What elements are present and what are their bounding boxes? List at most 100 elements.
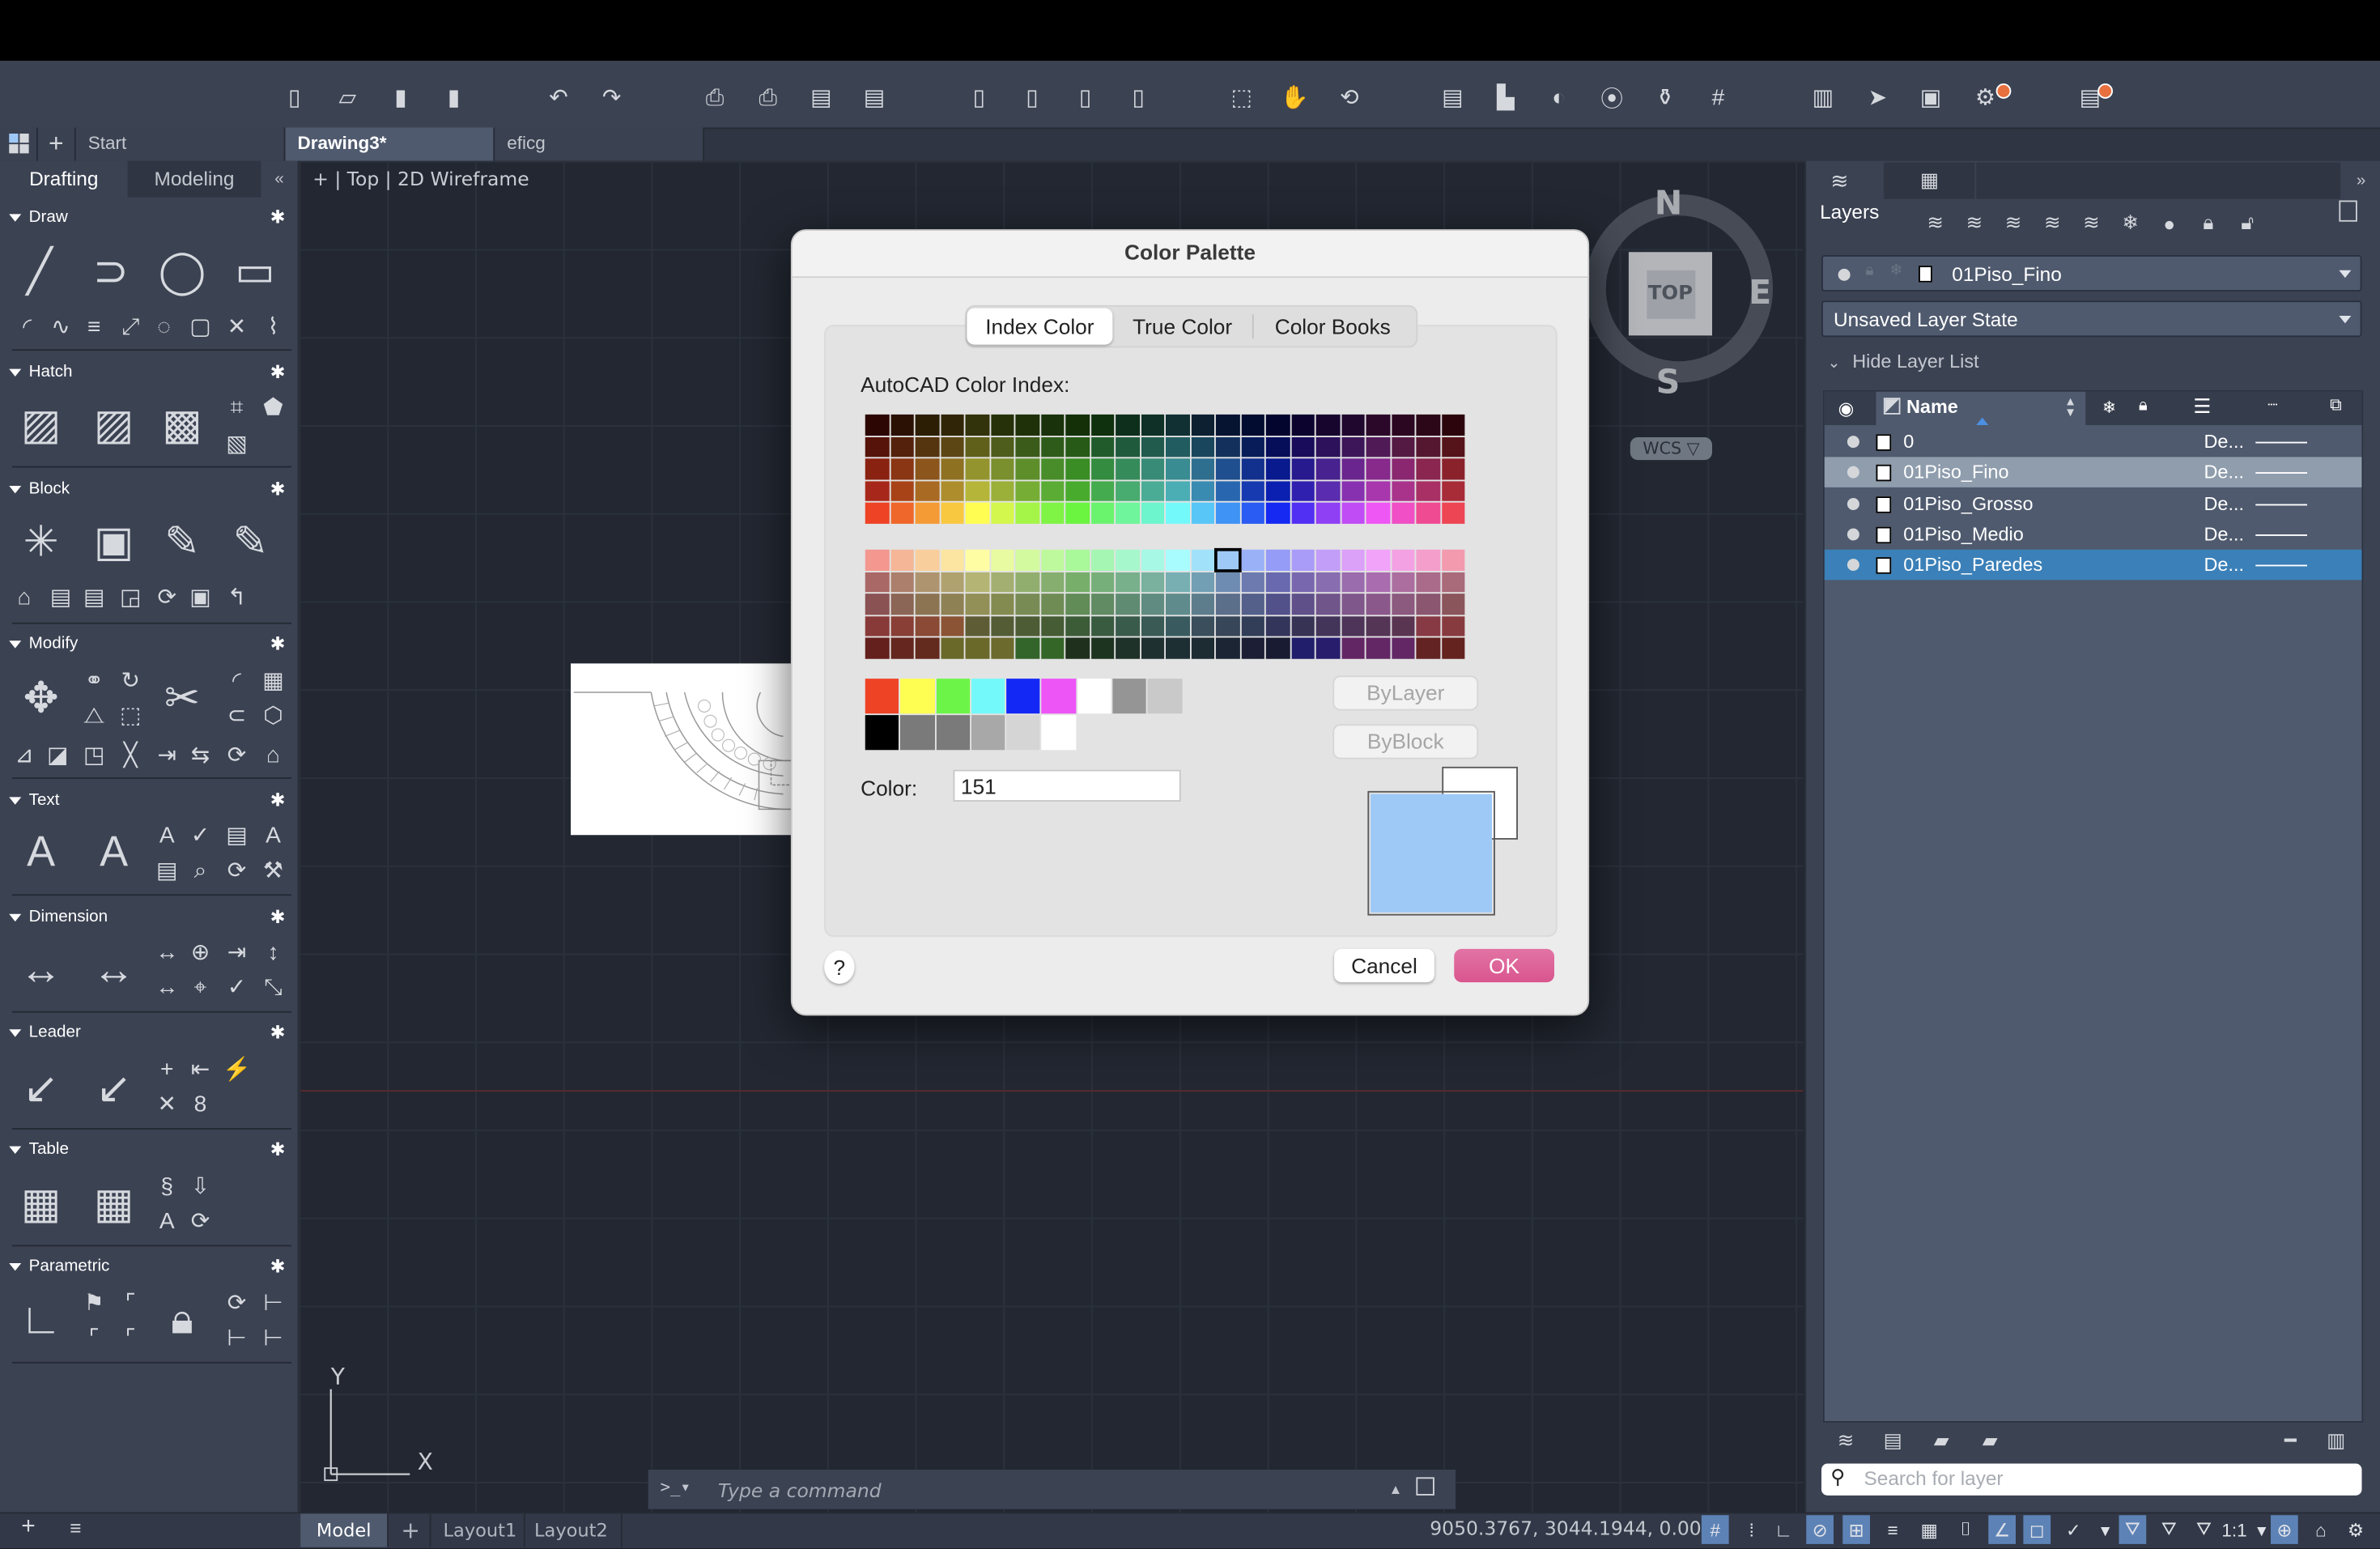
dock-icon[interactable] [2339,200,2357,222]
color-swatch[interactable] [1112,679,1147,714]
expand-panel-button[interactable]: » [2342,162,2380,199]
color-swatch[interactable] [1366,458,1390,479]
section-hatch[interactable]: Hatch ✱ [9,361,291,387]
pdf-edit-icon[interactable]: ⚒ [258,855,289,886]
layer-linetype[interactable]: De... [2204,462,2245,483]
write-block-icon[interactable]: ▤ [79,581,110,612]
compare-icon[interactable]: ▥ [1808,82,1838,113]
color-swatch[interactable] [1215,571,1239,593]
dim-space-icon[interactable]: ↕ [258,937,289,968]
color-swatch[interactable] [1065,436,1090,457]
color-swatch[interactable] [1015,480,1039,501]
color-swatch[interactable] [1240,458,1264,479]
layer-color-swatch[interactable] [1876,434,1892,451]
color-swatch[interactable] [990,637,1014,658]
lineweight-preview[interactable] [2255,564,2307,567]
layer-row[interactable]: 01Piso_Grosso De... [1825,488,2362,519]
rectangle-icon[interactable]: ▭ [227,243,283,298]
color-swatch[interactable] [1065,615,1090,636]
color-swatch[interactable] [1290,414,1315,436]
color-swatch[interactable] [1141,436,1165,457]
color-swatch[interactable] [1315,637,1340,658]
command-prompt-icon[interactable]: >_▾ [661,1477,691,1496]
color-swatch[interactable] [1391,480,1415,501]
color-swatch[interactable] [1240,480,1264,501]
color-swatch[interactable] [1141,637,1165,658]
color-swatch[interactable] [865,502,889,523]
color-swatch[interactable] [1290,549,1315,571]
color-swatch[interactable] [1315,414,1340,436]
color-swatch[interactable] [1090,480,1115,501]
color-swatch[interactable] [1190,571,1214,593]
color-swatch[interactable] [915,414,939,436]
color-swatch[interactable] [1166,571,1190,593]
previous-layer-icon[interactable]: ≋ [2000,210,2027,237]
freeze-column-icon[interactable]: ❄ [2102,398,2116,418]
multileader-style-icon[interactable]: ↙ [85,1058,142,1116]
visibility-bulb-icon[interactable] [1847,466,1859,479]
color-swatch[interactable] [1215,480,1239,501]
color-swatch[interactable] [915,594,939,615]
move-icon[interactable]: ✥ [12,668,70,726]
color-swatch[interactable] [1116,571,1140,593]
revcloud-icon[interactable]: ▢ [185,311,216,342]
color-swatch[interactable] [1341,594,1365,615]
color-swatch[interactable] [1215,458,1239,479]
color-swatch[interactable] [940,637,964,658]
lineweight-column-icon[interactable]: ☰ [2193,395,2211,419]
lineweight-preview[interactable] [2255,503,2307,505]
color-swatch[interactable] [1190,458,1214,479]
quick-select-icon[interactable]: ▙ [1490,82,1521,113]
color-swatch[interactable] [1215,436,1239,457]
add-layout-button[interactable]: + [392,1513,431,1547]
notifications-icon[interactable]: ⚙ [1970,82,2001,113]
color-swatch[interactable] [890,571,914,593]
drawing-geometry[interactable] [571,663,799,836]
leader-quick-icon[interactable]: ⚡ [222,1053,253,1084]
color-swatch[interactable] [990,571,1014,593]
open-icon[interactable]: ▱ [333,82,363,113]
tab-drafting[interactable]: Drafting [0,160,128,198]
color-swatch[interactable] [1006,679,1041,714]
viewcube-face-top[interactable]: TOP [1646,269,1695,318]
hatch-edit-icon[interactable]: ▨ [85,395,142,453]
color-swatch[interactable] [1391,458,1415,479]
find-text-icon[interactable]: ⌕ [185,855,216,886]
color-swatch[interactable] [865,679,899,714]
tab-properties[interactable]: ▦ [1883,162,1975,199]
color-swatch[interactable] [965,502,989,523]
color-swatch[interactable] [865,615,889,636]
layer-row[interactable]: 01Piso_Medio De... [1825,519,2362,550]
transparency-icon[interactable]: ▦ [1915,1515,1943,1544]
layer-off-icon[interactable]: ● [2156,210,2183,237]
color-swatch[interactable] [1040,637,1065,658]
scale-label[interactable]: 1:1 [2217,1515,2250,1544]
color-swatch[interactable] [915,502,939,523]
color-swatch[interactable] [1077,679,1111,714]
color-swatch[interactable] [965,480,989,501]
color-swatch[interactable] [900,679,935,714]
color-swatch[interactable] [890,637,914,658]
array-icon[interactable]: ▦ [258,665,289,696]
color-swatch[interactable] [1341,549,1365,571]
color-swatch[interactable] [1366,637,1390,658]
visibility-column-icon[interactable]: ◉ [1838,398,1855,419]
block-palette-icon[interactable]: ▤ [45,581,76,612]
color-swatch[interactable] [1042,679,1076,714]
color-swatch[interactable] [1190,615,1214,636]
color-swatch[interactable] [1265,615,1290,636]
layer-row[interactable]: 01Piso_Paredes De... [1824,550,2362,581]
mtext-icon[interactable]: A [12,823,70,880]
join-icon[interactable]: ⇥ [152,739,183,770]
layer-color-swatch[interactable] [1876,496,1892,513]
gear-icon[interactable]: ✱ [270,479,286,500]
viewport-column-icon[interactable]: ⧉ [2330,396,2342,415]
color-swatch[interactable] [890,594,914,615]
lock-layer-icon[interactable]: 🔒︎ [2195,210,2222,237]
fillet-icon[interactable]: ◜ [222,665,253,696]
color-swatch[interactable] [890,458,914,479]
color-swatch[interactable] [865,549,889,571]
show-all-icon[interactable]: ⌜ [116,1287,147,1318]
lock-column-icon[interactable]: 🔒︎ [2139,396,2148,415]
color-swatch[interactable] [1441,594,1465,615]
